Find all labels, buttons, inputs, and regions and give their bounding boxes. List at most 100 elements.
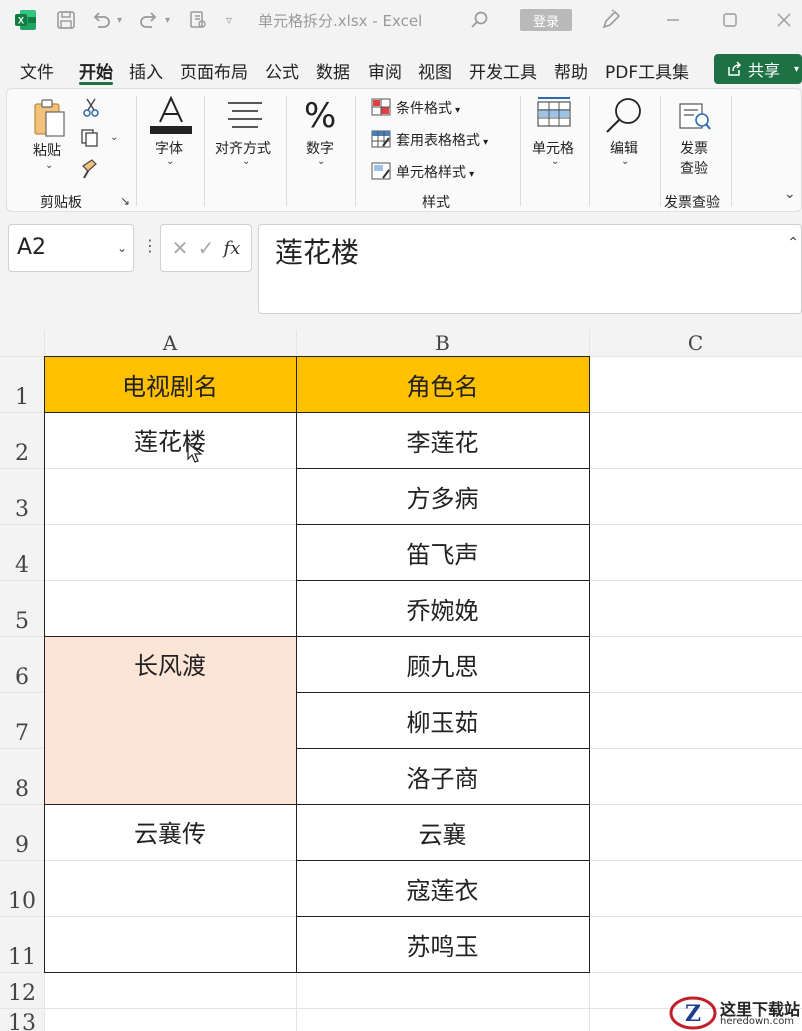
tab-data[interactable]: 数据	[316, 58, 350, 83]
paste-icon[interactable]	[32, 98, 68, 138]
watermark: Z 这里下载站 heredown.com	[668, 994, 802, 1031]
search-icon[interactable]	[470, 9, 490, 31]
role-name-cell[interactable]: 方多病	[296, 468, 589, 524]
tab-page-layout[interactable]: 页面布局	[180, 58, 248, 83]
alignment-icon[interactable]	[226, 100, 264, 130]
role-name-cell[interactable]: 李莲花	[296, 412, 589, 468]
redo-dropdown-icon[interactable]: ▾	[165, 9, 170, 31]
row-header[interactable]: 12	[0, 972, 44, 1008]
paste-dropdown-icon[interactable]: ⌄	[45, 160, 53, 171]
role-name-cell[interactable]: 柳玉茹	[296, 692, 589, 748]
insert-function-button[interactable]: fx	[224, 238, 241, 259]
row-header[interactable]: 1	[0, 356, 44, 412]
share-button[interactable]: 共享 ▾	[714, 54, 802, 84]
tab-insert[interactable]: 插入	[129, 58, 163, 83]
login-button[interactable]: 登录	[520, 9, 572, 31]
role-name-cell[interactable]: 笛飞声	[296, 524, 589, 580]
table-header-cell[interactable]: 电视剧名	[44, 356, 296, 412]
invoice-check-label-2[interactable]: 查验	[680, 158, 708, 178]
tab-help[interactable]: 帮助	[554, 58, 588, 83]
clipboard-dialog-launcher-icon[interactable]: ↘	[120, 194, 130, 208]
row-header[interactable]: 8	[0, 748, 44, 804]
name-box-dropdown-icon[interactable]: ⌄	[117, 241, 127, 255]
customize-toolbar-icon[interactable]: ▿	[226, 9, 232, 31]
table-format-button[interactable]: 套用表格格式 ▾	[396, 130, 488, 150]
close-icon[interactable]	[776, 9, 792, 31]
column-header[interactable]: B	[296, 330, 589, 356]
tab-review[interactable]: 审阅	[368, 58, 402, 83]
tab-view[interactable]: 视图	[418, 58, 452, 83]
row-header[interactable]: 5	[0, 580, 44, 636]
invoice-check-icon[interactable]	[678, 102, 714, 132]
row-header[interactable]: 11	[0, 916, 44, 972]
tab-developer[interactable]: 开发工具	[469, 58, 537, 83]
tab-file[interactable]: 文件	[20, 58, 54, 83]
row-header[interactable]: 9	[0, 804, 44, 860]
tab-home[interactable]: 开始	[79, 58, 113, 83]
undo-dropdown-icon[interactable]: ▾	[117, 9, 122, 31]
role-name-cell[interactable]: 云襄	[296, 804, 589, 860]
name-box[interactable]: A2 ⌄	[8, 224, 134, 272]
show-name-cell[interactable]: 云襄传	[44, 804, 296, 860]
copy-dropdown-icon[interactable]: ⌄	[110, 132, 118, 143]
cancel-entry-icon[interactable]: ✕	[172, 236, 189, 260]
save-icon[interactable]	[56, 9, 76, 31]
tab-formulas[interactable]: 公式	[265, 58, 299, 83]
role-name-cell[interactable]: 乔婉娩	[296, 580, 589, 636]
format-painter-quick-icon[interactable]	[188, 9, 208, 31]
undo-icon[interactable]	[90, 9, 112, 31]
cells-dropdown-icon[interactable]: ⌄	[551, 156, 559, 167]
row-header[interactable]: 10	[0, 860, 44, 916]
editing-search-icon[interactable]	[604, 96, 644, 134]
column-header[interactable]: C	[589, 330, 802, 356]
cells-button[interactable]: 单元格	[532, 138, 574, 158]
row-header[interactable]: 13	[0, 1008, 44, 1031]
ribbon-separator	[136, 96, 137, 206]
role-name-cell[interactable]: 顾九思	[296, 636, 589, 692]
more-options-icon[interactable]: ⋮	[142, 236, 158, 255]
number-button[interactable]: 数字	[306, 138, 334, 158]
confirm-entry-icon[interactable]: ✓	[198, 236, 215, 260]
editing-button[interactable]: 编辑	[610, 138, 638, 158]
format-painter-icon[interactable]	[80, 158, 102, 180]
conditional-format-button[interactable]: 条件格式 ▾	[396, 98, 460, 118]
table-border	[44, 356, 45, 972]
role-name-cell[interactable]: 苏鸣玉	[296, 916, 589, 972]
spreadsheet-grid[interactable]: A B C 1 2 3 4 5 6 7 8 9 10 11 12 13 电视剧名 角色名 莲花楼 长风渡 云襄传 李莲花方…	[0, 330, 802, 1031]
row-header[interactable]: 7	[0, 692, 44, 748]
alignment-dropdown-icon[interactable]: ⌄	[242, 156, 250, 167]
paste-button[interactable]: 粘贴	[33, 140, 61, 160]
show-name-cell[interactable]: 莲花楼	[44, 412, 296, 468]
row-header[interactable]: 2	[0, 412, 44, 468]
redo-icon[interactable]	[138, 9, 160, 31]
role-name-cell[interactable]: 洛子商	[296, 748, 589, 804]
table-header-cell[interactable]: 角色名	[296, 356, 589, 412]
copy-icon[interactable]	[80, 128, 102, 148]
minimize-icon[interactable]	[665, 9, 681, 31]
tab-pdf-tools[interactable]: PDF工具集	[605, 58, 689, 83]
maximize-icon[interactable]	[722, 9, 738, 31]
font-icon[interactable]	[150, 96, 192, 136]
show-name-cell[interactable]: 长风渡	[44, 636, 296, 692]
percent-icon[interactable]: %	[304, 96, 336, 136]
invoice-check-label-1[interactable]: 发票	[680, 138, 708, 158]
cells-icon[interactable]	[536, 96, 572, 130]
select-all-corner[interactable]	[0, 330, 44, 356]
font-button[interactable]: 字体	[155, 138, 183, 158]
cut-icon[interactable]	[82, 98, 100, 118]
formula-input[interactable]: 莲花楼 ⌃	[258, 224, 802, 314]
ribbon-expand-icon[interactable]: ⌄	[784, 186, 796, 202]
editing-dropdown-icon[interactable]: ⌄	[621, 156, 629, 167]
column-header[interactable]: A	[44, 330, 296, 356]
alignment-button[interactable]: 对齐方式	[215, 138, 271, 158]
row-header[interactable]: 6	[0, 636, 44, 692]
font-dropdown-icon[interactable]: ⌄	[166, 156, 174, 167]
role-name-cell[interactable]: 寇莲衣	[296, 860, 589, 916]
pen-icon[interactable]	[600, 9, 622, 31]
collapse-formula-bar-icon[interactable]: ⌃	[787, 235, 799, 251]
number-dropdown-icon[interactable]: ⌄	[317, 156, 325, 167]
row-header[interactable]: 3	[0, 468, 44, 524]
share-dropdown-icon[interactable]: ▾	[794, 64, 799, 75]
row-header[interactable]: 4	[0, 524, 44, 580]
cell-style-button[interactable]: 单元格样式 ▾	[396, 162, 474, 182]
